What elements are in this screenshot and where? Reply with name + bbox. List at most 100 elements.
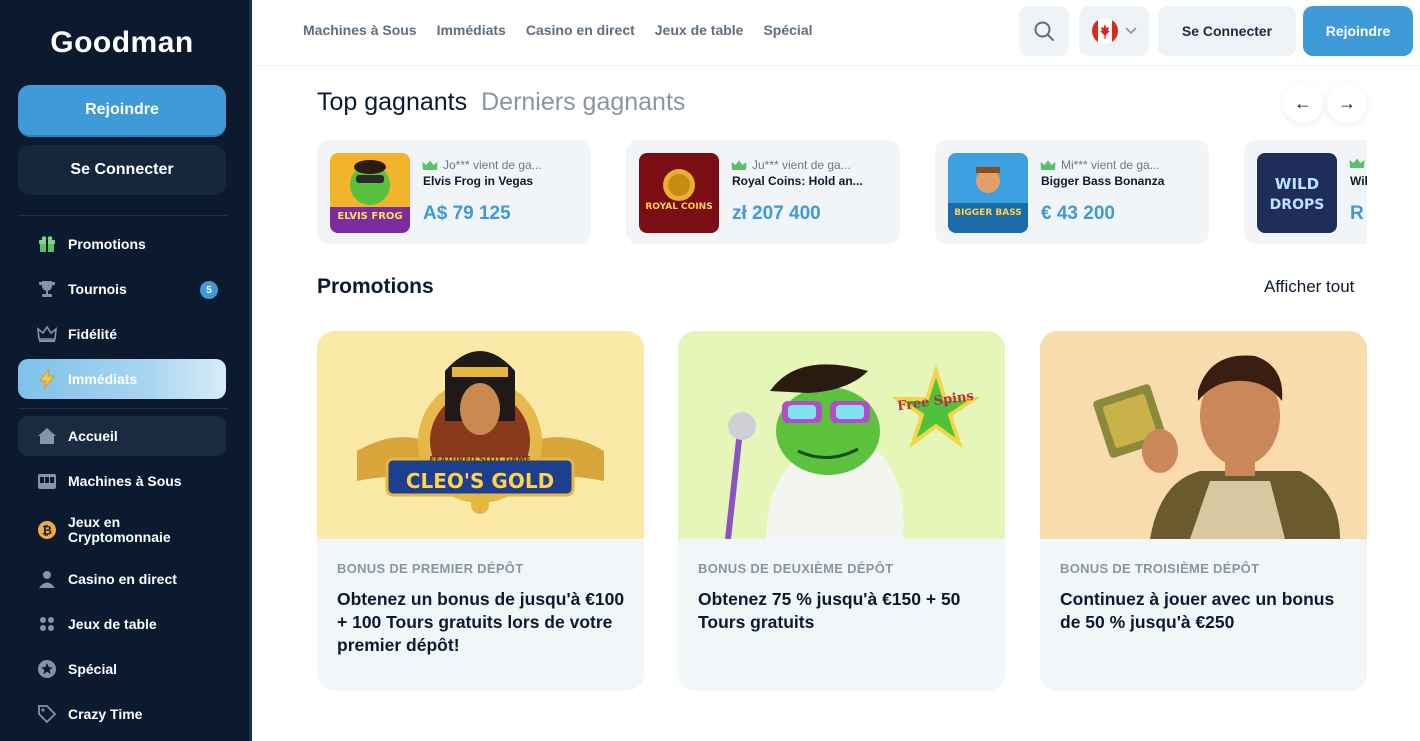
join-button[interactable]: Rejoindre: [1303, 6, 1413, 56]
winner-game: Wil: [1350, 174, 1367, 188]
svg-text:CLEO'S GOLD: CLEO'S GOLD: [406, 469, 554, 493]
winner-card[interactable]: BIGGER BASS Mi*** vient de ga... Bigger …: [935, 140, 1209, 244]
promo-card[interactable]: Free Spins BONUS DE DEUXIÈME DÉPÔT Obten…: [678, 331, 1005, 691]
star-icon: [36, 658, 58, 680]
topnav-casino-en-direct[interactable]: Casino en direct: [526, 22, 635, 38]
promo-image[interactable]: Free Spins: [678, 331, 1005, 540]
sidebar-divider: [18, 408, 228, 409]
winner-user: Mi*** vient de ga...: [1040, 158, 1160, 172]
canada-flag-icon: [1092, 18, 1118, 44]
logo[interactable]: Goodman: [0, 26, 244, 60]
winner-user: Jo*** vient de ga...: [422, 158, 542, 172]
arrow-left-icon: ←: [1294, 92, 1312, 113]
sidebar-item-promotions[interactable]: Promotions: [18, 224, 226, 264]
sidebar-item-casino-en-direct[interactable]: Casino en direct: [18, 559, 226, 599]
dealer-icon: [36, 568, 58, 590]
svg-text:DROPS: DROPS: [1270, 197, 1325, 213]
sidebar-item-label: Spécial: [68, 660, 118, 677]
tab-derniers-gagnants[interactable]: Derniers gagnants: [481, 88, 685, 117]
search-button[interactable]: [1019, 6, 1069, 56]
language-selector[interactable]: [1079, 6, 1149, 56]
sidebar-item-label: Tournois: [68, 280, 127, 297]
sidebar-divider: [18, 215, 228, 216]
winners-carousel: ELVIS FROG Jo*** vient de ga... Elvis Fr…: [317, 140, 1367, 246]
sidebar-item-label: Fidélité: [68, 325, 118, 342]
game-thumbnail[interactable]: ROYAL COINS: [639, 153, 719, 233]
sidebar-item-fidelite[interactable]: Fidélité: [18, 314, 226, 354]
promo-card[interactable]: FEATURED SLOT GAME CLEO'S GOLD BONUS DE …: [317, 331, 644, 691]
game-thumbnail[interactable]: ELVIS FROG: [330, 153, 410, 233]
sidebar: Goodman Rejoindre Se Connecter Promotion…: [0, 0, 252, 741]
sidebar-item-accueil[interactable]: Accueil: [18, 416, 226, 456]
svg-text:WILD: WILD: [1275, 175, 1319, 193]
game-thumbnail[interactable]: WILD DROPS: [1257, 153, 1337, 233]
winner-amount: R: [1350, 203, 1364, 224]
winners-prev-button[interactable]: ←: [1283, 83, 1323, 123]
crown-icon: [1040, 160, 1056, 170]
svg-text:BIGGER BASS: BIGGER BASS: [954, 208, 1022, 218]
cards-icon: [36, 613, 58, 635]
search-icon: [1034, 21, 1054, 41]
chevron-down-icon: [1125, 27, 1137, 35]
bitcoin-icon: ₿: [36, 519, 58, 541]
promotions-title: Promotions: [317, 275, 434, 298]
gift-icon: [36, 233, 58, 255]
promo-description: Obtenez 75 % jusqu'à €150 + 50 Tours gra…: [698, 589, 961, 632]
sidebar-item-jeux-de-table[interactable]: Jeux de table: [18, 604, 226, 644]
promo-image[interactable]: FEATURED SLOT GAME CLEO'S GOLD: [317, 331, 644, 539]
winner-card[interactable]: ELVIS FROG Jo*** vient de ga... Elvis Fr…: [317, 140, 591, 244]
tournament-count-badge: 5: [200, 281, 218, 299]
slot-machine-icon: [36, 470, 58, 492]
home-icon: [36, 425, 58, 447]
sidebar-item-crazy-time[interactable]: Crazy Time: [18, 694, 226, 734]
sidebar-item-special[interactable]: Spécial: [18, 649, 226, 689]
crown-icon: [422, 160, 438, 170]
lightning-icon: [36, 368, 58, 390]
sidebar-item-label: Immédiats: [68, 370, 138, 387]
login-button[interactable]: Se Connecter: [1158, 6, 1296, 56]
topnav-special[interactable]: Spécial: [763, 22, 812, 38]
sidebar-item-tournois[interactable]: Tournois 5: [18, 269, 226, 309]
sidebar-item-label: Machines à Sous: [68, 472, 182, 489]
sidebar-item-label: Casino en direct: [68, 570, 177, 587]
topnav-immediats[interactable]: Immédiats: [437, 22, 506, 38]
sidebar-item-label: Crazy Time: [68, 705, 143, 722]
topnav-jeux-de-table[interactable]: Jeux de table: [655, 22, 744, 38]
crown-icon: [731, 160, 747, 170]
winner-amount: € 43 200: [1041, 203, 1115, 224]
see-all-link[interactable]: Afficher tout: [1264, 277, 1354, 297]
promo-image[interactable]: [1040, 331, 1367, 539]
promo-category: BONUS DE DEUXIÈME DÉPÔT: [698, 561, 894, 576]
winner-amount: zł 207 400: [732, 203, 821, 224]
winners-next-button[interactable]: →: [1327, 83, 1367, 123]
sidebar-item-label: Jeux de table: [68, 615, 157, 632]
sidebar-item-immediats[interactable]: Immédiats: [18, 359, 226, 399]
sidebar-item-label: Jeux en Cryptomonnaie: [68, 514, 171, 545]
topnav-machines-a-sous[interactable]: Machines à Sous: [303, 22, 417, 38]
promo-card[interactable]: BONUS DE TROISIÈME DÉPÔT Continuez à jou…: [1040, 331, 1367, 691]
promo-description: Continuez à jouer avec un bonus de 50 % …: [1060, 589, 1335, 632]
winner-card[interactable]: WILD DROPS Wil R: [1244, 140, 1367, 244]
tag-icon: [36, 703, 58, 725]
sidebar-login-button[interactable]: Se Connecter: [18, 145, 226, 195]
promo-category: BONUS DE TROISIÈME DÉPÔT: [1060, 561, 1260, 576]
svg-text:ROYAL COINS: ROYAL COINS: [645, 202, 712, 212]
sidebar-item-machines-a-sous[interactable]: Machines à Sous: [18, 461, 226, 501]
svg-text:₿: ₿: [42, 524, 52, 538]
winner-game: Royal Coins: Hold an...: [732, 174, 863, 188]
arrow-right-icon: →: [1338, 92, 1356, 113]
top-bar: Machines à Sous Immédiats Casino en dire…: [255, 0, 1420, 66]
winner-game: Elvis Frog in Vegas: [423, 174, 534, 188]
tab-top-gagnants[interactable]: Top gagnants: [317, 88, 467, 117]
winner-game: Bigger Bass Bonanza: [1041, 174, 1165, 188]
winner-card[interactable]: ROYAL COINS Ju*** vient de ga... Royal C…: [626, 140, 900, 244]
sidebar-join-button[interactable]: Rejoindre: [18, 85, 226, 135]
crown-icon: [36, 323, 58, 345]
svg-text:ELVIS FROG: ELVIS FROG: [337, 211, 402, 222]
sidebar-item-label: Promotions: [68, 235, 146, 252]
winner-user: Ju*** vient de ga...: [731, 158, 851, 172]
sidebar-item-crypto[interactable]: ₿ Jeux en Cryptomonnaie: [18, 510, 226, 550]
svg-text:FEATURED SLOT GAME: FEATURED SLOT GAME: [429, 455, 530, 464]
winner-user: [1349, 158, 1367, 169]
game-thumbnail[interactable]: BIGGER BASS: [948, 153, 1028, 233]
